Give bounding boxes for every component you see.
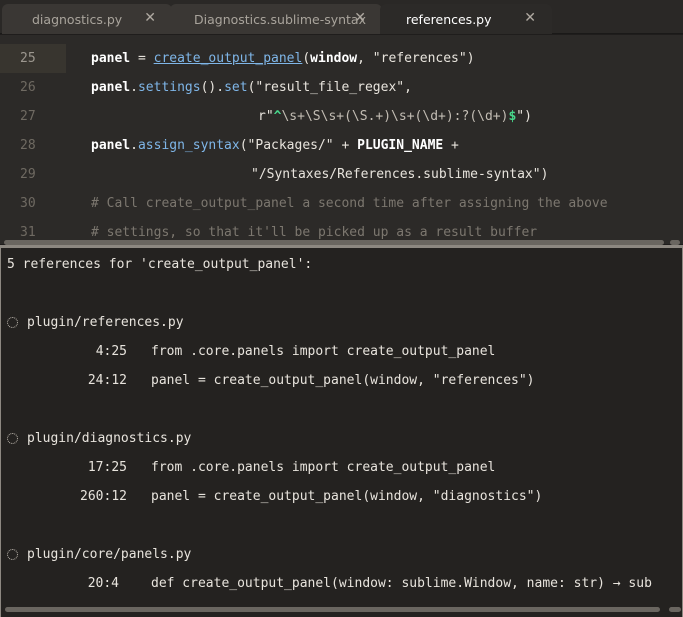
reference-file-row[interactable]: plugin/core/panels.py: [1, 540, 682, 569]
reference-position: 20:4: [87, 576, 119, 591]
reference-code: def create_output_panel(window: sublime.…: [151, 576, 652, 591]
code-line[interactable]: 25 panel = create_output_panel(window, "…: [0, 44, 683, 73]
code-token: r": [258, 109, 274, 124]
code-text: "/Syntaxes/References.sublime-syntax"): [251, 160, 548, 189]
reference-row[interactable]: 24:12 panel = create_output_panel(window…: [1, 366, 682, 395]
reference-position: 4:25: [95, 344, 127, 359]
reference-code: panel = create_output_panel(window, "dia…: [151, 489, 543, 504]
code-token: =: [130, 51, 154, 66]
tab-diagnostics-sublime-syntax[interactable]: Diagnostics.sublime-syntax ✕: [170, 4, 382, 34]
code-line[interactable]: 26 panel.settings().set("result_file_reg…: [0, 73, 683, 102]
code-text: r"^\s+\S\s+(\S.+)\s+(\d+):?(\d+)$"): [258, 102, 532, 131]
reference-file-row[interactable]: plugin/references.py: [1, 308, 682, 337]
reference-code: from .core.panels import create_output_p…: [151, 344, 496, 359]
code-token: window: [310, 51, 358, 66]
reference-code: from .core.panels import create_output_p…: [151, 460, 496, 475]
code-token: panel: [91, 51, 131, 66]
code-token: +: [443, 138, 459, 153]
close-icon[interactable]: ✕: [354, 10, 366, 26]
panel-scrollbar-end[interactable]: [669, 607, 681, 612]
reference-file-name[interactable]: plugin/diagnostics.py: [27, 424, 191, 453]
code-token: ().: [200, 80, 225, 95]
code-token: assign_syntax: [137, 138, 240, 153]
reference-row[interactable]: 20:4 def create_output_panel(window: sub…: [1, 569, 682, 598]
code-token: .: [130, 80, 138, 95]
reference-file-name[interactable]: plugin/references.py: [27, 308, 184, 337]
code-line[interactable]: 27 r"^\s+\S\s+(\S.+)\s+(\d+):?(\d+)$"): [0, 102, 683, 131]
code-token: ("result_file_regex",: [247, 80, 412, 95]
reference-position: 17:25: [87, 460, 127, 475]
circle-dotted-icon: [7, 317, 18, 328]
references-output-panel[interactable]: 5 references for 'create_output_panel': …: [0, 248, 683, 617]
close-icon[interactable]: ✕: [524, 10, 536, 26]
code-comment: # Call create_output_panel a second time…: [91, 196, 608, 211]
reference-file-name[interactable]: plugin/core/panels.py: [27, 540, 191, 569]
code-token: ("Packages/" +: [239, 138, 358, 153]
code-token: create_output_panel: [153, 51, 303, 66]
tab-bar: diagnostics.py ✕ Diagnostics.sublime-syn…: [0, 0, 683, 34]
code-token: panel: [91, 138, 131, 153]
reference-position: 24:12: [87, 373, 127, 388]
tab-references-py[interactable]: references.py ✕: [380, 4, 552, 34]
circle-dotted-icon: [7, 433, 18, 444]
code-token: \s+\S\s+(\S.+)\s+(\d+):?(\d+): [281, 109, 509, 124]
code-text: panel = create_output_panel(window, "ref…: [91, 44, 475, 73]
code-token: settings: [137, 80, 201, 95]
panel-horizontal-scrollbar[interactable]: [5, 607, 660, 612]
line-number: 26: [20, 80, 36, 95]
code-editor[interactable]: 25 panel = create_output_panel(window, "…: [0, 35, 683, 244]
reference-row[interactable]: 260:12 panel = create_output_panel(windo…: [1, 482, 682, 511]
code-token: "/Syntaxes/References.sublime-syntax"): [251, 167, 549, 182]
panel-header: 5 references for 'create_output_panel':: [7, 257, 313, 272]
line-number: 28: [20, 138, 36, 153]
code-line[interactable]: 28 panel.assign_syntax("Packages/" + PLU…: [0, 131, 683, 160]
reference-file-row[interactable]: plugin/diagnostics.py: [1, 424, 682, 453]
code-line[interactable]: 29 "/Syntaxes/References.sublime-syntax"…: [0, 160, 683, 189]
code-token: panel: [91, 80, 131, 95]
reference-position: 260:12: [80, 489, 127, 504]
code-text: panel.settings().set("result_file_regex"…: [91, 73, 412, 102]
reference-code: panel = create_output_panel(window, "ref…: [151, 373, 535, 388]
reference-row[interactable]: 17:25 from .core.panels import create_ou…: [1, 453, 682, 482]
tab-label: Diagnostics.sublime-syntax: [194, 11, 366, 27]
code-token: .: [130, 138, 138, 153]
reference-row[interactable]: 4:25 from .core.panels import create_out…: [1, 337, 682, 366]
code-token: "): [516, 109, 532, 124]
tab-label: references.py: [406, 11, 492, 27]
code-token: PLUGIN_NAME: [357, 138, 444, 153]
line-number: 30: [20, 196, 36, 211]
tab-diagnostics-py[interactable]: diagnostics.py ✕: [2, 4, 172, 34]
circle-dotted-icon: [7, 549, 18, 560]
line-number: 25: [0, 44, 66, 73]
tab-label: diagnostics.py: [32, 11, 123, 27]
code-token: set: [224, 80, 248, 95]
code-line[interactable]: 30 # Call create_output_panel a second t…: [0, 189, 683, 218]
line-number: 27: [20, 109, 36, 124]
close-icon[interactable]: ✕: [144, 10, 156, 26]
code-token: (: [302, 51, 311, 66]
code-text: panel.assign_syntax("Packages/" + PLUGIN…: [91, 131, 459, 160]
code-token: , "references"): [357, 51, 475, 66]
line-number: 29: [20, 167, 36, 182]
